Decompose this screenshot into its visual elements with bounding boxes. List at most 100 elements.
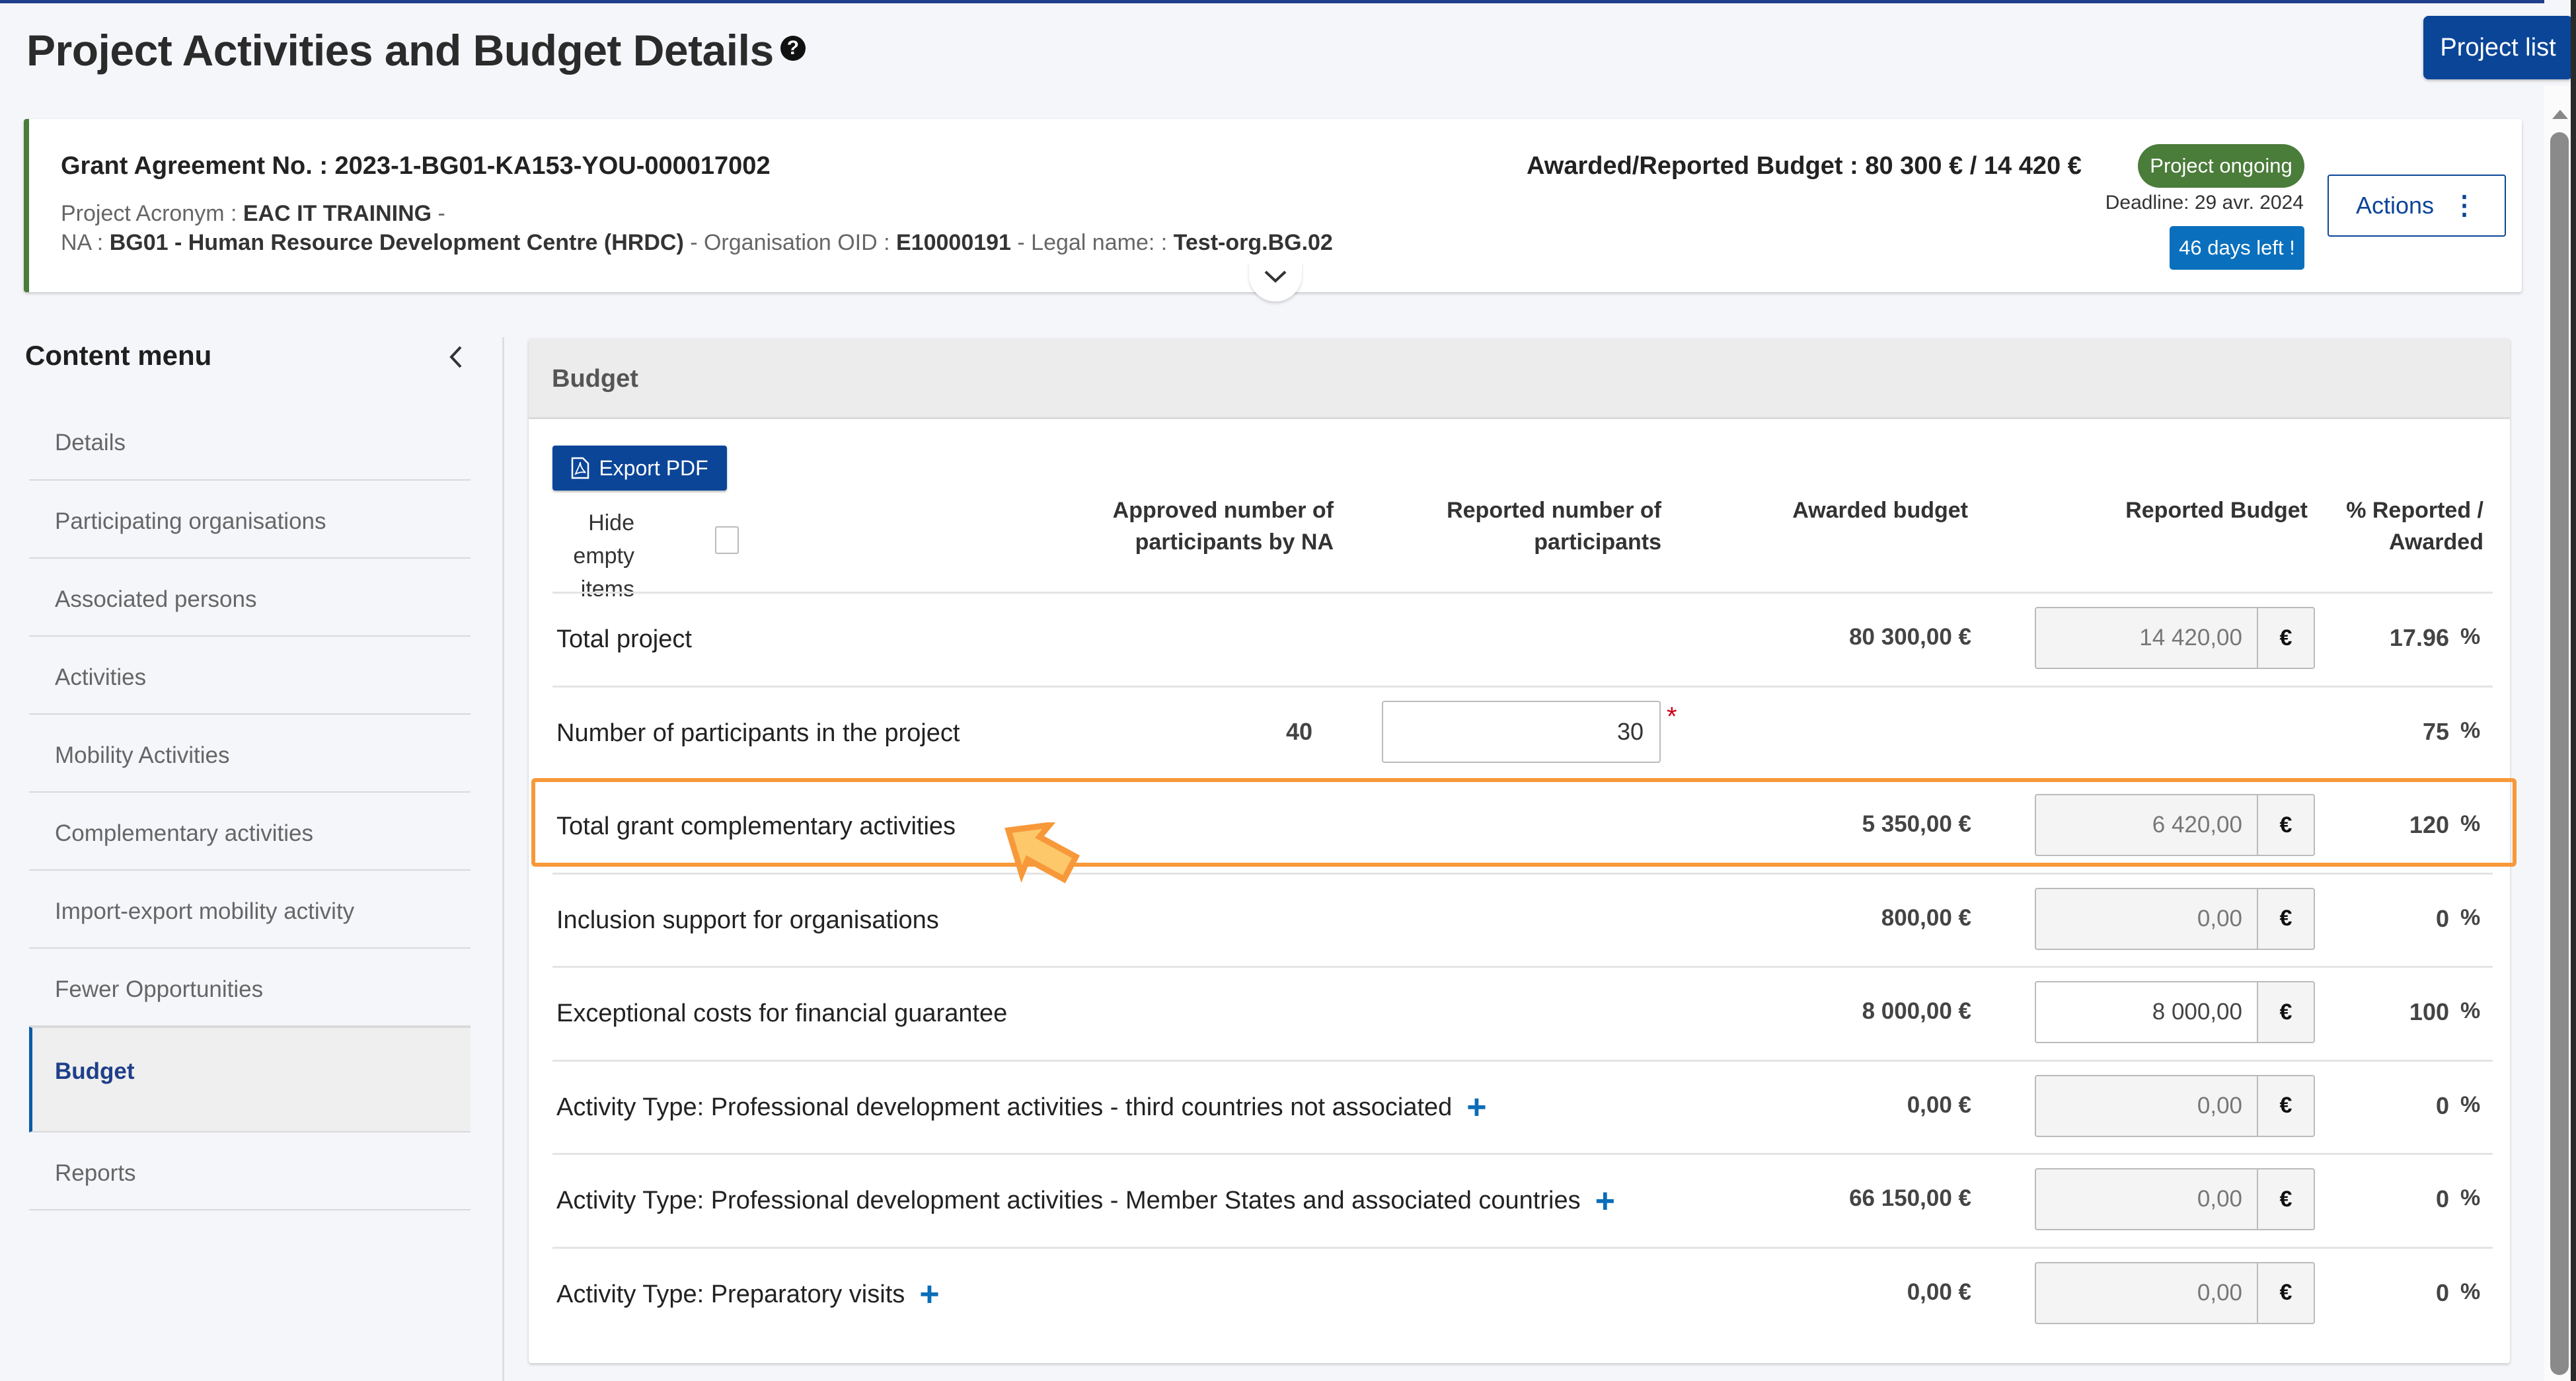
sidebar-item-complementary-activities[interactable]: Complementary activities	[29, 793, 471, 871]
organisation-line: NA : BG01 - Human Resource Development C…	[61, 230, 1333, 256]
sidebar-item-import-export[interactable]: Import-export mobility activity	[29, 871, 471, 949]
awarded-reported-budget: Awarded/Reported Budget : 80 300 € / 14 …	[1527, 152, 2082, 180]
percent-reported-value: 120	[2409, 811, 2449, 838]
days-left-badge: 46 days left !	[2170, 226, 2304, 270]
column-header-approved: Approved number of participants by NA	[1112, 498, 1334, 555]
reported-participants-input[interactable]	[1382, 700, 1661, 763]
budget-row: Total project 80 300,00 € €17.96%	[552, 592, 2493, 686]
percent-sign: %	[2460, 904, 2481, 930]
help-icon[interactable]: ?	[780, 36, 806, 61]
budget-table: Total project80 300,00 €€17.96%Number of…	[552, 592, 2493, 1340]
awarded-budget-value: 800,00 €	[1881, 904, 1971, 931]
legal-name-label: - Legal name: :	[1010, 230, 1174, 255]
reported-budget-field: €	[2035, 981, 2315, 1043]
actions-button[interactable]: Actions ⋮	[2328, 175, 2506, 237]
budget-row: Activity Type: Professional development …	[552, 1059, 2493, 1154]
column-header-percent: % Reported / Awarded	[2346, 498, 2483, 555]
row-label-text: Activity Type: Professional development …	[556, 1187, 1581, 1214]
percent-sign: %	[2460, 717, 2481, 743]
sidebar-item-associated-persons[interactable]: Associated persons	[29, 559, 471, 637]
percent-reported-value: 0	[2435, 904, 2449, 932]
column-header-awarded: Awarded budget	[1792, 498, 1968, 523]
actions-label: Actions	[2355, 192, 2435, 219]
percent-reported-value: 0	[2435, 1091, 2449, 1119]
sidebar-item-fewer-opportunities[interactable]: Fewer Opportunities	[29, 949, 471, 1027]
budget-panel-title: Budget	[529, 338, 2510, 419]
sidebar-item-budget[interactable]: Budget	[29, 1027, 471, 1132]
reported-budget-input[interactable]	[2035, 1168, 2257, 1230]
row-label: Number of participants in the project	[556, 719, 960, 748]
sidebar-item-details[interactable]: Details	[29, 403, 471, 481]
acronym-label: Project Acronym :	[61, 201, 243, 226]
pdf-file-icon	[572, 457, 589, 479]
row-label: Exceptional costs for financial guarante…	[556, 1000, 1007, 1028]
budget-panel: Budget Export PDF Hide empty items Appro…	[529, 338, 2510, 1363]
sidebar-item-mobility-activities[interactable]: Mobility Activities	[29, 715, 471, 793]
budget-row: Number of participants in the project 40 *…	[552, 685, 2493, 779]
approved-participants: 40	[1285, 717, 1312, 745]
reported-budget-field: €	[2035, 887, 2315, 950]
reported-budget-input[interactable]	[2035, 887, 2257, 950]
row-label-text: Activity Type: Preparatory visits	[556, 1280, 905, 1308]
export-pdf-button[interactable]: Export PDF	[552, 446, 727, 491]
row-label-text: Inclusion support for organisations	[556, 906, 939, 934]
percent-reported-value: 0	[2435, 1185, 2449, 1212]
percent-sign: %	[2460, 1091, 2481, 1117]
collapse-menu-button[interactable]	[443, 340, 469, 374]
euro-currency-icon: €	[2257, 607, 2315, 669]
acronym-value: EAC IT TRAINING	[243, 201, 432, 226]
hide-empty-label: Hide empty items	[573, 510, 634, 602]
plus-icon[interactable]: +	[1466, 1090, 1486, 1125]
awarded-budget-value: 8 000,00 €	[1862, 998, 1971, 1024]
plus-icon[interactable]: +	[919, 1277, 939, 1312]
required-asterisk: *	[1667, 701, 1677, 731]
na-label: NA :	[61, 230, 110, 255]
row-label: Activity Type: Professional development …	[556, 1090, 1487, 1125]
reported-budget-input[interactable]	[2035, 794, 2257, 856]
budget-row: Total grant complementary activities 5 35…	[552, 779, 2493, 873]
row-label: Total project	[556, 625, 692, 654]
arrow-annotation-icon	[1004, 822, 1080, 884]
scrollbar-thumb[interactable]	[2550, 132, 2569, 1375]
row-label-text: Exceptional costs for financial guarante…	[556, 1000, 1008, 1027]
content-menu: Details Participating organisations Asso…	[29, 403, 471, 1210]
row-label: Activity Type: Preparatory visits +	[556, 1277, 940, 1312]
hide-empty-checkbox[interactable]	[715, 526, 739, 554]
expand-header-toggle[interactable]	[1249, 262, 1302, 301]
sidebar-item-participating-organisations[interactable]: Participating organisations	[29, 481, 471, 559]
reported-budget-input[interactable]	[2035, 607, 2257, 669]
chevron-left-icon	[449, 346, 462, 368]
reported-budget-input[interactable]	[2035, 981, 2257, 1043]
kebab-menu-icon: ⋮	[2451, 191, 2478, 220]
export-pdf-label: Export PDF	[599, 455, 708, 480]
sidebar-item-reports[interactable]: Reports	[29, 1132, 471, 1210]
awarded-budget-value: 80 300,00 €	[1849, 624, 1971, 650]
grant-agreement-number: Grant Agreement No. : 2023-1-BG01-KA153-…	[61, 152, 771, 180]
deadline-text: Deadline: 29 avr. 2024	[2105, 192, 2304, 214]
reported-budget-field: €	[2035, 1261, 2315, 1324]
reported-budget-input[interactable]	[2035, 1261, 2257, 1324]
budget-row: Activity Type: Preparatory visits +0,00 €…	[552, 1246, 2493, 1341]
window-edge	[2571, 0, 2576, 1381]
reported-budget-field: €	[2035, 794, 2315, 856]
project-list-button[interactable]: Project list	[2423, 16, 2573, 79]
legal-name-value: Test-org.BG.02	[1173, 230, 1333, 255]
reported-budget-field: €	[2035, 1074, 2315, 1137]
sidebar-item-activities[interactable]: Activities	[29, 637, 471, 715]
scroll-up-arrow-icon[interactable]	[2552, 110, 2568, 119]
percent-sign: %	[2460, 811, 2481, 836]
content-menu-title: Content menu	[25, 340, 212, 371]
percent-reported-value: 100	[2409, 998, 2449, 1025]
percent-sign: %	[2460, 1185, 2481, 1210]
awarded-budget-value: 66 150,00 €	[1849, 1185, 1971, 1211]
percent-reported-value: 0	[2435, 1279, 2449, 1306]
row-label-text: Total project	[556, 625, 692, 653]
percent-sign: %	[2460, 998, 2481, 1023]
page-title: Project Activities and Budget Details ?	[26, 25, 806, 75]
acronym-suffix: -	[432, 201, 445, 226]
reported-budget-input[interactable]	[2035, 1074, 2257, 1137]
na-value: BG01 - Human Resource Development Centre…	[109, 230, 684, 255]
row-label: Inclusion support for organisations	[556, 906, 939, 935]
euro-currency-icon: €	[2257, 1261, 2315, 1324]
status-badge: Project ongoing	[2138, 144, 2304, 188]
